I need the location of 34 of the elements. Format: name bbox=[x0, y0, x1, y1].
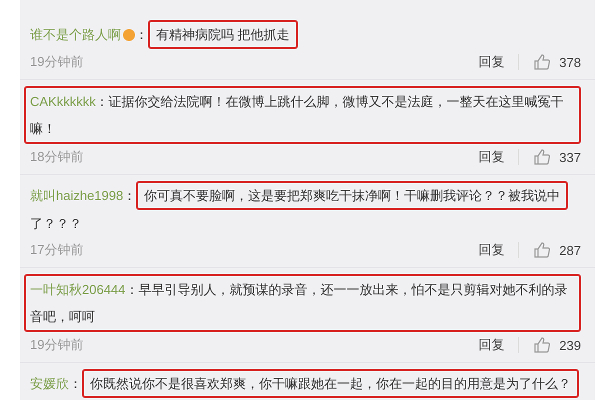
thumbs-up-icon[interactable] bbox=[533, 336, 552, 354]
thumbs-up-icon[interactable] bbox=[533, 148, 552, 166]
comment-text: 早早引导别人，就预谋的录音，还一一放出来，怕不是只剪辑对她不利的录 bbox=[138, 281, 568, 299]
colon: ： bbox=[69, 375, 82, 393]
comment-text: 音吧，呵呵 bbox=[30, 308, 96, 326]
comment-text: 了？？？ bbox=[30, 215, 83, 233]
reply-link[interactable]: 回复 bbox=[478, 336, 504, 354]
username-link[interactable]: 安媛欣 bbox=[30, 370, 69, 397]
timestamp: 18分钟前 bbox=[30, 148, 84, 166]
timestamp: 17分钟前 bbox=[30, 241, 84, 259]
colon: ： bbox=[135, 26, 148, 44]
reply-link[interactable]: 回复 bbox=[478, 148, 504, 166]
comment-text: 证据你交给法院啊！在微博上跳什么脚，微博又不是法庭，一整天在这里喊冤干 bbox=[108, 93, 564, 111]
timestamp: 19分钟前 bbox=[30, 336, 84, 354]
colon: ： bbox=[96, 93, 109, 111]
username-link[interactable]: 谁不是个路人啊 bbox=[30, 21, 121, 48]
comment-text: 嘛！ bbox=[30, 120, 57, 138]
reply-link[interactable]: 回复 bbox=[478, 241, 504, 259]
like-count: 337 bbox=[559, 150, 581, 164]
colon: ： bbox=[123, 187, 136, 205]
username-link[interactable]: CAKkkkkkk bbox=[30, 88, 96, 115]
comment-text: 你既然说你不是很喜欢郑爽，你干嘛跟她在一起，你在一起的目的用意是为了什么？ bbox=[82, 369, 579, 398]
reply-link[interactable]: 回复 bbox=[478, 53, 504, 71]
thumbs-up-icon[interactable] bbox=[533, 241, 552, 259]
comment-text: 你可真不要脸啊，这是要把郑爽吃干抹净啊！干嘛删我评论？？被我说中 bbox=[136, 181, 568, 210]
like-count: 239 bbox=[559, 338, 581, 352]
colon: ： bbox=[125, 281, 138, 299]
timestamp: 19分钟前 bbox=[30, 53, 84, 71]
thumbs-up-icon[interactable] bbox=[533, 53, 552, 71]
comment-text: 有精神病院吗 把他抓走 bbox=[148, 20, 298, 49]
like-count: 378 bbox=[559, 54, 581, 70]
username-link[interactable]: 就叫haizhe1998 bbox=[30, 182, 124, 209]
like-count: 287 bbox=[559, 242, 581, 258]
username-link[interactable]: 一叶知秋206444 bbox=[30, 276, 126, 303]
